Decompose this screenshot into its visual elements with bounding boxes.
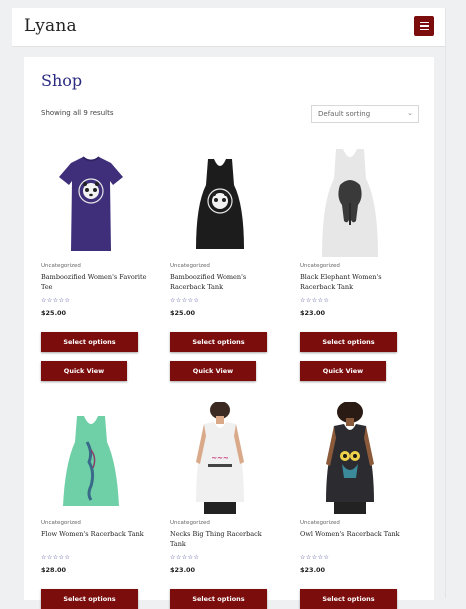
sort-selected-value: Default sorting — [318, 110, 371, 118]
product-price: $25.00 — [41, 309, 67, 317]
sort-select[interactable]: Default sorting ⌄ — [311, 105, 419, 123]
product-image[interactable] — [300, 145, 400, 257]
product-price: $23.00 — [300, 566, 326, 574]
product-price: $23.00 — [170, 566, 196, 574]
product-image[interactable] — [170, 145, 270, 257]
rating-stars-icon: ☆☆☆☆☆ — [300, 554, 330, 561]
hamburger-icon — [419, 21, 429, 24]
select-options-button[interactable]: Select options — [41, 589, 138, 609]
product-category[interactable]: Uncategorized — [41, 263, 81, 269]
rating-stars-icon: ☆☆☆☆☆ — [41, 554, 71, 561]
product-category[interactable]: Uncategorized — [300, 520, 340, 526]
product-price: $28.00 — [41, 566, 67, 574]
product-image[interactable] — [300, 401, 400, 514]
product-name[interactable]: Bamboozified Women's Favorite Tee — [41, 273, 149, 292]
product-price: $25.00 — [170, 309, 196, 317]
result-count: Showing all 9 results — [41, 109, 114, 117]
rating-stars-icon: ☆☆☆☆☆ — [41, 297, 71, 304]
product-price: $23.00 — [300, 309, 326, 317]
rating-stars-icon: ☆☆☆☆☆ — [300, 297, 330, 304]
site-header: Lyana — [12, 8, 446, 47]
product-category[interactable]: Uncategorized — [41, 520, 81, 526]
main-content: Shop Showing all 9 results Default sorti… — [24, 57, 434, 609]
select-options-button[interactable]: Select options — [300, 589, 397, 609]
product-category[interactable]: Uncategorized — [170, 520, 210, 526]
product-name[interactable]: Necks Big Thing Racerback Tank — [170, 530, 278, 549]
quick-view-button[interactable]: Quick View — [41, 361, 127, 381]
rating-stars-icon: ☆☆☆☆☆ — [170, 297, 200, 304]
menu-toggle-button[interactable] — [414, 16, 434, 36]
select-options-button[interactable]: Select options — [170, 332, 267, 352]
select-options-button[interactable]: Select options — [300, 332, 397, 352]
product-image[interactable]: ~~~ — [170, 401, 270, 514]
product-category[interactable]: Uncategorized — [300, 263, 340, 269]
select-options-button[interactable]: Select options — [41, 332, 138, 352]
product-name[interactable]: Bamboozified Women's Racerback Tank — [170, 273, 278, 292]
quick-view-button[interactable]: Quick View — [300, 361, 386, 381]
svg-text:~~~: ~~~ — [211, 454, 229, 462]
product-name[interactable]: Flow Women's Racerback Tank — [41, 530, 149, 540]
product-image[interactable] — [41, 402, 141, 514]
quick-view-button[interactable]: Quick View — [170, 361, 256, 381]
product-name[interactable]: Black Elephant Women's Racerback Tank — [300, 273, 408, 292]
rating-stars-icon: ☆☆☆☆☆ — [170, 554, 200, 561]
product-name[interactable]: Owl Women's Racerback Tank — [300, 530, 408, 540]
page-border — [445, 8, 446, 598]
site-logo[interactable]: Lyana — [24, 16, 77, 36]
product-category[interactable]: Uncategorized — [170, 263, 210, 269]
chevron-down-icon: ⌄ — [407, 109, 413, 117]
select-options-button[interactable]: Select options — [170, 589, 267, 609]
page-title: Shop — [41, 71, 83, 90]
product-image[interactable] — [41, 145, 141, 257]
